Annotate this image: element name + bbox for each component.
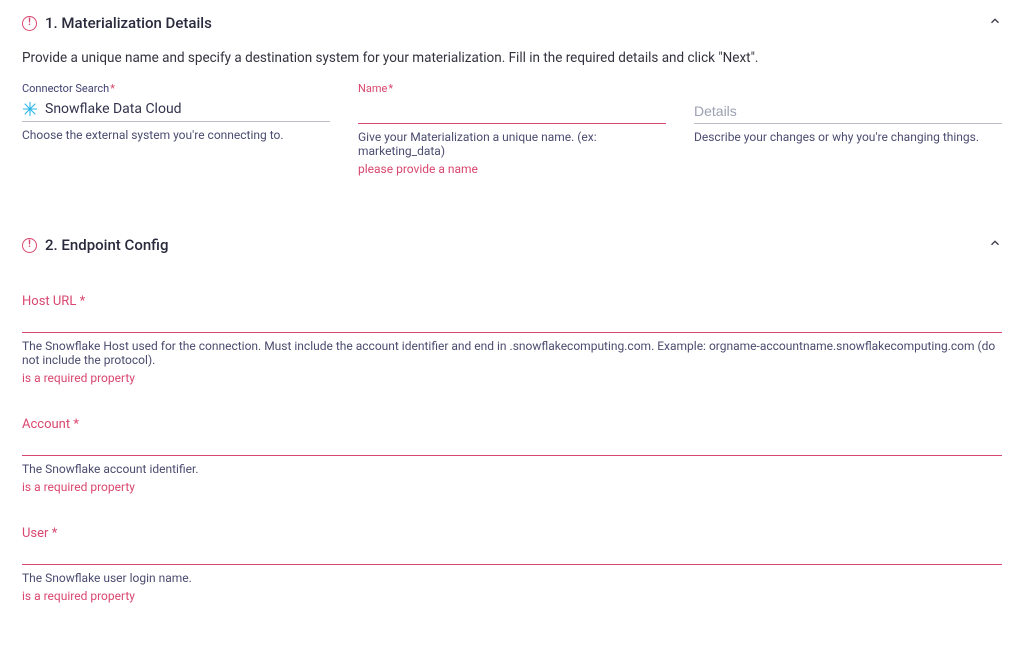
- connector-search-input[interactable]: Snowflake Data Cloud: [22, 97, 330, 122]
- connector-label: Connector Search*: [22, 82, 330, 95]
- account-field: Account * The Snowflake account identifi…: [22, 417, 1002, 494]
- connector-field: Connector Search* Snowflake Data Cloud C…: [22, 82, 330, 176]
- host-url-field: Host URL * The Snowflake Host used for t…: [22, 294, 1002, 385]
- user-label: User *: [22, 526, 1002, 541]
- section1-header[interactable]: ! 1. Materialization Details: [22, 14, 1002, 32]
- account-helper: The Snowflake account identifier.: [22, 462, 1002, 476]
- user-error: is a required property: [22, 589, 1002, 603]
- account-input[interactable]: [22, 434, 1002, 456]
- snowflake-icon: [22, 101, 38, 117]
- details-helper: Describe your changes or why you're chan…: [694, 130, 1002, 144]
- account-label: Account *: [22, 417, 1002, 432]
- user-input[interactable]: [22, 543, 1002, 565]
- name-input[interactable]: [358, 97, 666, 124]
- alert-icon: !: [22, 238, 37, 253]
- account-error: is a required property: [22, 480, 1002, 494]
- host-url-label: Host URL *: [22, 294, 1002, 309]
- section1-title-group: ! 1. Materialization Details: [22, 14, 212, 32]
- connector-helper: Choose the external system you're connec…: [22, 128, 330, 142]
- section2-title-group: ! 2. Endpoint Config: [22, 236, 168, 254]
- section2-title: 2. Endpoint Config: [45, 236, 168, 254]
- user-field: User * The Snowflake user login name. is…: [22, 526, 1002, 603]
- name-field: Name* Give your Materialization a unique…: [358, 82, 666, 176]
- name-label: Name*: [358, 82, 666, 95]
- name-helper: Give your Materialization a unique name.…: [358, 130, 666, 158]
- section1-fields-row: Connector Search* Snowflake Data Cloud C…: [22, 82, 1002, 176]
- user-helper: The Snowflake user login name.: [22, 571, 1002, 585]
- section1-title: 1. Materialization Details: [45, 14, 212, 32]
- chevron-up-icon[interactable]: [988, 14, 1002, 32]
- chevron-up-icon[interactable]: [988, 236, 1002, 254]
- alert-icon: !: [22, 16, 37, 31]
- section2-header[interactable]: ! 2. Endpoint Config: [22, 236, 1002, 254]
- name-error: please provide a name: [358, 162, 666, 176]
- host-url-error: is a required property: [22, 371, 1002, 385]
- section1-intro: Provide a unique name and specify a dest…: [22, 50, 1002, 66]
- connector-value: Snowflake Data Cloud: [45, 101, 182, 117]
- host-url-helper: The Snowflake Host used for the connecti…: [22, 339, 1002, 367]
- details-input[interactable]: [694, 97, 1002, 124]
- host-url-input[interactable]: [22, 311, 1002, 333]
- details-field: . Describe your changes or why you're ch…: [694, 82, 1002, 176]
